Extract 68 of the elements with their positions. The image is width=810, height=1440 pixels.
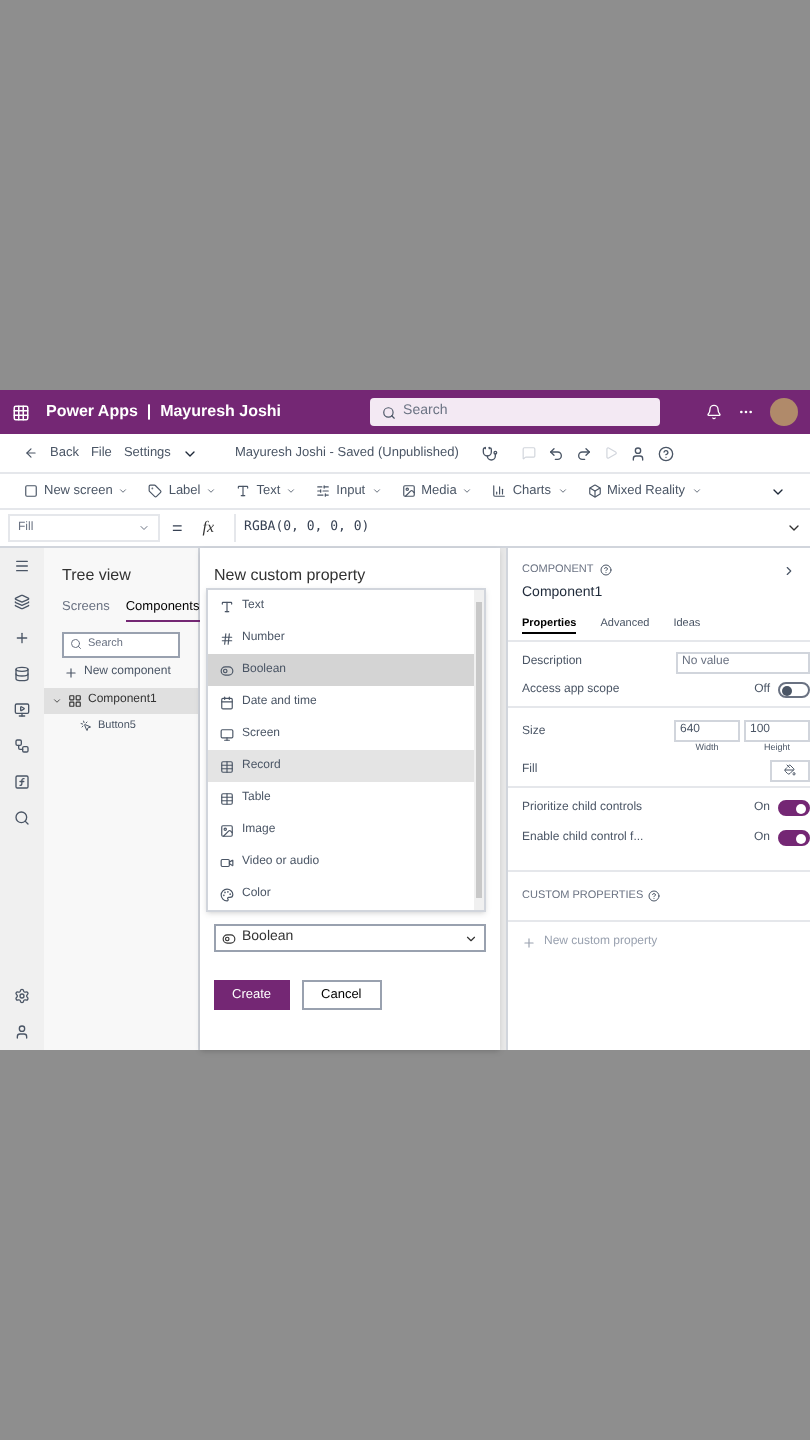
database-icon[interactable] bbox=[14, 666, 30, 682]
help-icon[interactable] bbox=[599, 564, 612, 577]
help-icon[interactable] bbox=[647, 889, 660, 902]
square-icon bbox=[24, 484, 38, 498]
user-icon[interactable] bbox=[14, 1024, 30, 1040]
app-title: Power Apps | Mayuresh Joshi bbox=[46, 400, 282, 424]
dialog-title: New custom property bbox=[214, 564, 368, 588]
chevron-down-icon bbox=[52, 695, 62, 706]
equals-sign: = bbox=[172, 519, 183, 537]
fill-picker[interactable] bbox=[770, 759, 810, 782]
variables-icon[interactable] bbox=[14, 774, 30, 790]
toggle-switch[interactable] bbox=[778, 800, 810, 817]
search-icon bbox=[70, 638, 82, 651]
chevron-down-icon bbox=[691, 486, 702, 496]
app-launcher-icon[interactable] bbox=[12, 403, 30, 421]
stethoscope-icon[interactable] bbox=[482, 445, 499, 461]
search-icon[interactable] bbox=[14, 810, 30, 826]
chevron-down-icon bbox=[462, 486, 473, 496]
toggle-icon bbox=[222, 931, 236, 945]
hash-icon bbox=[220, 631, 234, 645]
table-icon bbox=[220, 759, 234, 773]
plus-icon[interactable] bbox=[14, 630, 30, 646]
table-icon bbox=[220, 791, 234, 805]
settings-icon[interactable] bbox=[14, 988, 30, 1004]
tag-icon bbox=[148, 484, 163, 498]
palette-icon bbox=[220, 887, 234, 901]
fx-button[interactable]: fx bbox=[194, 516, 223, 540]
chevron-right-icon[interactable] bbox=[782, 563, 796, 578]
text-icon bbox=[236, 484, 251, 498]
scrollbar[interactable] bbox=[474, 590, 484, 910]
cursor-icon bbox=[80, 720, 92, 733]
back-arrow-icon bbox=[24, 446, 38, 460]
paint-bucket-icon bbox=[784, 764, 796, 777]
toggle-switch[interactable] bbox=[778, 830, 810, 847]
chevron-down-icon bbox=[118, 486, 129, 496]
media-icon[interactable] bbox=[14, 702, 30, 718]
chevron-down-icon bbox=[138, 522, 150, 534]
avatar[interactable] bbox=[770, 398, 798, 426]
chevron-down-icon bbox=[557, 486, 567, 496]
panel-title: Tree view bbox=[60, 564, 133, 588]
plus-icon bbox=[522, 936, 536, 950]
grid-icon bbox=[68, 693, 82, 708]
flow-icon[interactable] bbox=[14, 738, 30, 754]
calendar-icon bbox=[220, 695, 234, 709]
sliders-icon bbox=[316, 484, 331, 498]
chevron-down-icon bbox=[286, 486, 297, 496]
text-icon bbox=[220, 599, 234, 613]
plus-icon bbox=[64, 665, 78, 680]
chevron-down-icon[interactable] bbox=[786, 520, 802, 536]
chevron-down-icon bbox=[206, 486, 217, 496]
cube-icon bbox=[587, 484, 601, 498]
chevron-down-icon bbox=[464, 931, 478, 945]
help-icon[interactable] bbox=[658, 445, 675, 461]
user-icon[interactable] bbox=[630, 445, 647, 461]
bar-chart-icon bbox=[492, 484, 507, 498]
layers-icon[interactable] bbox=[14, 594, 30, 610]
search-icon bbox=[381, 405, 396, 419]
monitor-icon bbox=[220, 727, 234, 741]
video-icon bbox=[220, 855, 234, 869]
toggle-switch[interactable] bbox=[778, 682, 810, 698]
image-icon bbox=[401, 484, 416, 498]
menu-icon[interactable] bbox=[14, 558, 30, 574]
image-icon bbox=[220, 823, 234, 837]
redo-icon[interactable] bbox=[576, 445, 593, 461]
undo-icon[interactable] bbox=[548, 445, 565, 461]
bell-icon[interactable] bbox=[706, 404, 722, 420]
chevron-down-icon bbox=[371, 486, 382, 496]
toggle-icon bbox=[220, 663, 234, 677]
